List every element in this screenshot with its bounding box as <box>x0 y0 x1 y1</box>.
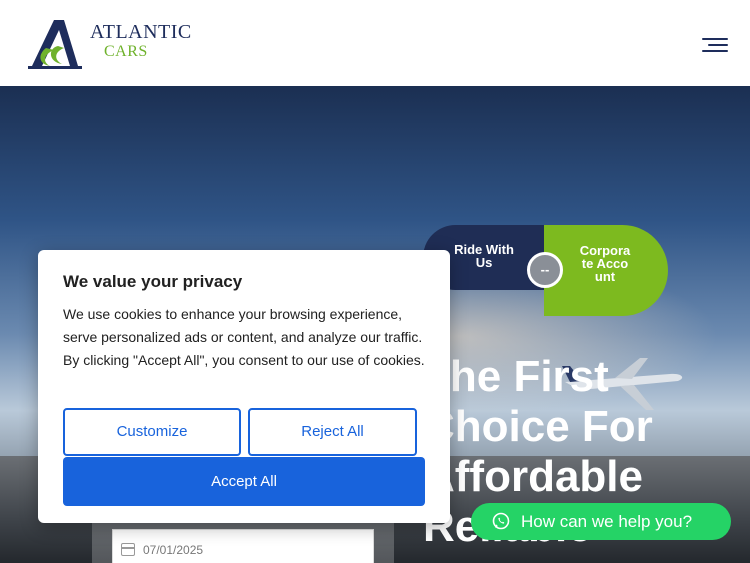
booking-tabs: Ride With Us Corporate Account -- <box>423 225 668 316</box>
tab-ride-label: Ride With Us <box>454 242 514 270</box>
reject-all-button[interactable]: Reject All <box>248 408 417 456</box>
accept-all-button[interactable]: Accept All <box>63 457 425 506</box>
cookie-title: We value your privacy <box>63 272 243 291</box>
cookie-consent-banner: We value your privacy We use cookies to … <box>38 250 450 523</box>
pickup-date-field[interactable]: 07/01/2025 <box>112 529 374 563</box>
whatsapp-help-button[interactable]: How can we help you? <box>471 503 731 540</box>
logo-text-cars: CARS <box>104 43 148 60</box>
tab-corporate-label: Corporate Account <box>579 243 631 284</box>
pickup-date-value: 07/01/2025 <box>143 543 204 557</box>
logo-mark-icon <box>28 20 82 69</box>
cookie-description: We use cookies to enhance your browsing … <box>63 306 425 368</box>
calendar-icon <box>121 543 135 556</box>
tab-separator: -- <box>527 252 563 288</box>
hamburger-menu-icon[interactable] <box>698 34 728 56</box>
atlantic-cars-logo[interactable]: ATLANTIC CARS <box>28 16 191 70</box>
customize-button[interactable]: Customize <box>63 408 241 456</box>
site-header: ATLANTIC CARS <box>0 0 750 86</box>
logo-text-atlantic: ATLANTIC <box>90 21 192 43</box>
whatsapp-label: How can we help you? <box>521 512 693 531</box>
whatsapp-icon <box>492 512 510 530</box>
